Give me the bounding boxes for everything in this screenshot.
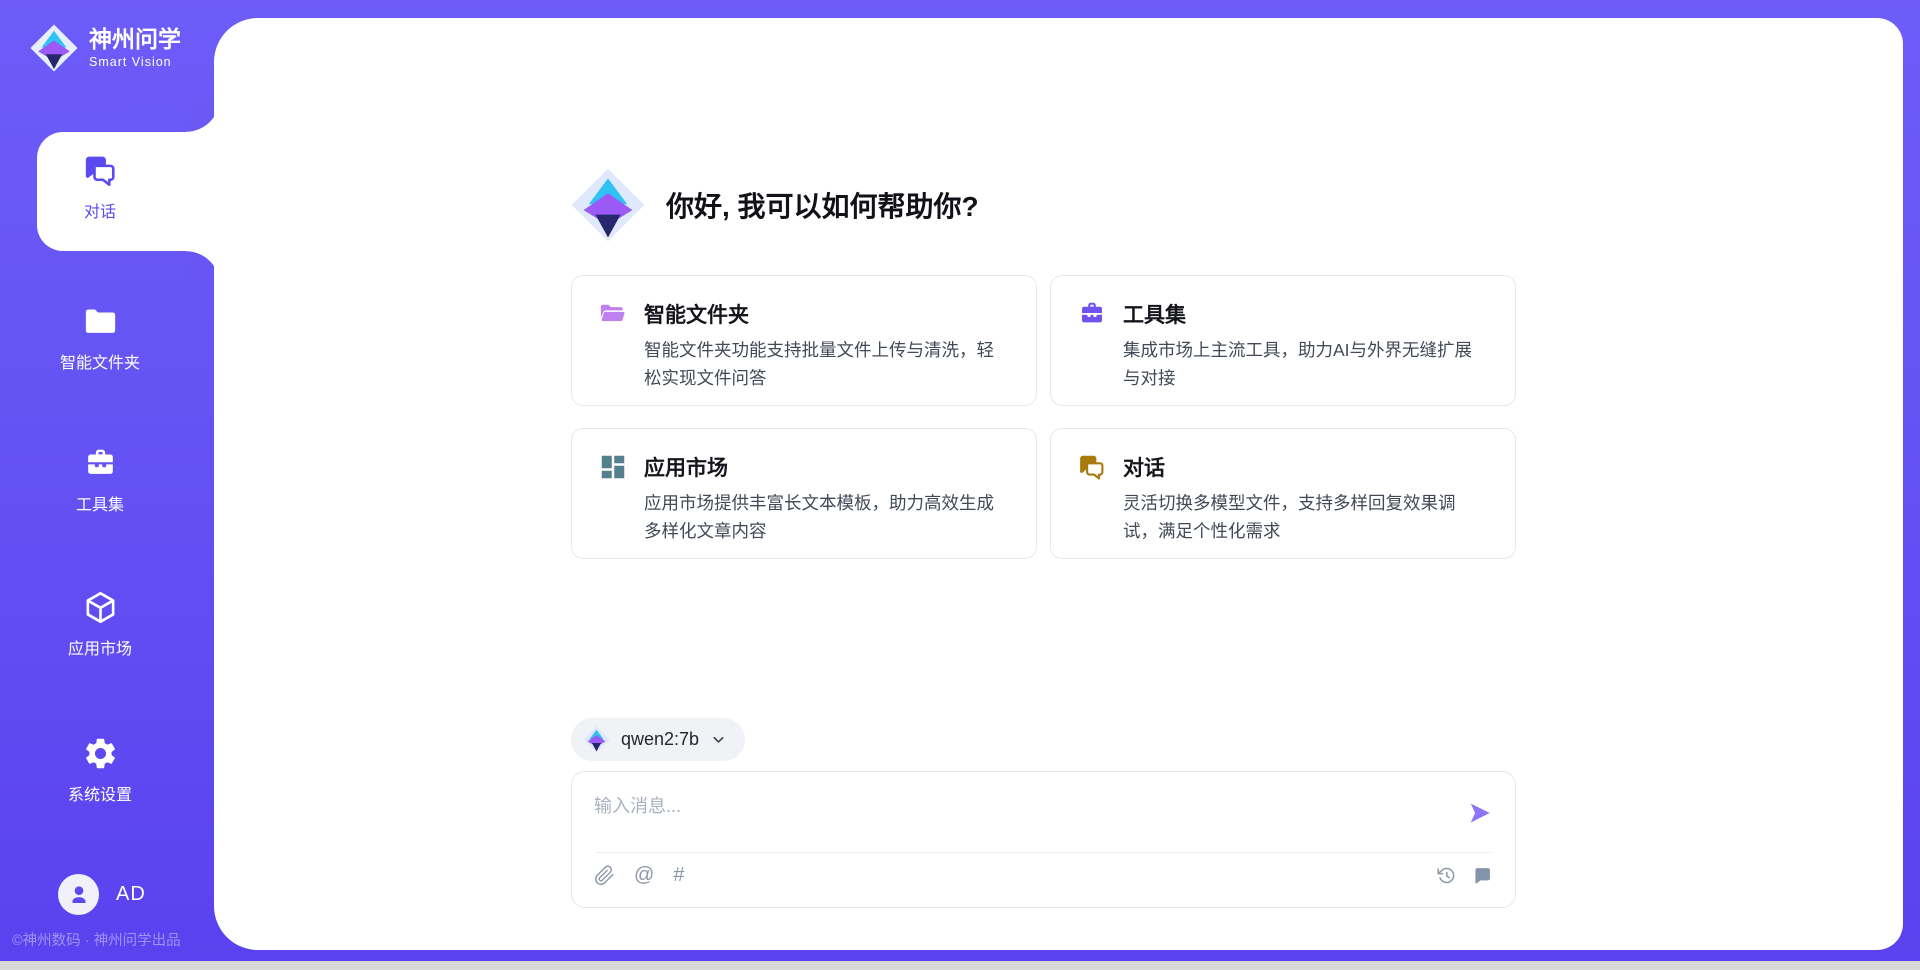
cube-icon [82, 589, 119, 626]
sidebar-item-toolset[interactable]: 工具集 [0, 445, 200, 515]
sidebar-item-label: 对话 [84, 198, 116, 222]
chat-icon [82, 152, 119, 189]
sidebar-item-app-market[interactable]: 应用市场 [0, 589, 200, 659]
card-toolset[interactable]: 工具集 集成市场上主流工具，助力AI与外界无缝扩展与对接 [1050, 275, 1516, 406]
logo-diamond-icon [30, 24, 78, 72]
card-title: 智能文件夹 [644, 299, 749, 329]
grid-icon [598, 452, 628, 482]
sidebar-item-label: 工具集 [76, 491, 124, 515]
folder-icon [82, 303, 119, 340]
logo-diamond-icon [571, 168, 645, 242]
card-title: 工具集 [1123, 299, 1186, 329]
model-name: qwen2:7b [621, 729, 699, 750]
card-chat[interactable]: 对话 灵活切换多模型文件，支持多样回复效果调试，满足个性化需求 [1050, 428, 1516, 559]
card-description: 集成市场上主流工具，助力AI与外界无缝扩展与对接 [1123, 336, 1489, 392]
briefcase-icon [82, 445, 119, 482]
model-selector[interactable]: qwen2:7b [571, 718, 745, 761]
logo-diamond-icon [583, 726, 610, 753]
feature-cards: 智能文件夹 智能文件夹功能支持批量文件上传与清洗，轻松实现文件问答 工具集 集成… [571, 275, 1516, 559]
sidebar-item-label: 系统设置 [68, 781, 132, 805]
sidebar-item-label: 智能文件夹 [60, 349, 140, 373]
sidebar: 神州问学 Smart Vision 对话 智能文件夹 工具集 [0, 0, 214, 961]
main-panel: 你好, 我可以如何帮助你? 智能文件夹 智能文件夹功能支持批量文件上传与清洗，轻… [214, 18, 1903, 950]
model-selector-row: qwen2:7b [571, 718, 1516, 761]
card-smart-folder[interactable]: 智能文件夹 智能文件夹功能支持批量文件上传与清洗，轻松实现文件问答 [571, 275, 1037, 406]
app-logo: 神州问学 Smart Vision [30, 24, 181, 72]
folder-open-icon [598, 299, 628, 329]
card-description: 智能文件夹功能支持批量文件上传与清洗，轻松实现文件问答 [644, 336, 1010, 392]
avatar [58, 874, 99, 915]
brand-name: 神州问学 [89, 27, 181, 52]
message-composer: @ # [571, 771, 1516, 908]
mention-icon[interactable]: @ [634, 865, 654, 885]
user-icon [66, 882, 92, 908]
card-title: 应用市场 [644, 452, 728, 482]
comment-icon[interactable] [1472, 865, 1493, 886]
user-name: AD [116, 883, 146, 906]
chevron-down-icon [710, 731, 727, 748]
message-input[interactable] [594, 786, 1455, 844]
card-description: 灵活切换多模型文件，支持多样回复效果调试，满足个性化需求 [1123, 489, 1489, 545]
send-icon[interactable] [1467, 800, 1493, 826]
copyright-footer: ©神州数码 · 神州问学出品 [12, 929, 207, 950]
main-content: 你好, 我可以如何帮助你? 智能文件夹 智能文件夹功能支持批量文件上传与清洗，轻… [571, 18, 1516, 908]
user-profile[interactable]: AD [58, 874, 146, 915]
hash-icon[interactable]: # [673, 865, 684, 885]
sidebar-item-settings[interactable]: 系统设置 [0, 735, 200, 805]
screen-bottom-strip [0, 961, 1920, 970]
card-title: 对话 [1123, 452, 1165, 482]
history-icon[interactable] [1436, 865, 1457, 886]
greeting-title: 你好, 我可以如何帮助你? [666, 185, 979, 225]
sidebar-item-label: 应用市场 [68, 635, 132, 659]
sidebar-item-chat[interactable]: 对话 [0, 152, 200, 222]
briefcase-icon [1077, 299, 1107, 329]
brand-subtitle: Smart Vision [89, 55, 181, 69]
sidebar-item-smart-folder[interactable]: 智能文件夹 [0, 303, 200, 373]
chat-icon [1077, 452, 1107, 482]
card-app-market[interactable]: 应用市场 应用市场提供丰富长文本模板，助力高效生成多样化文章内容 [571, 428, 1037, 559]
card-description: 应用市场提供丰富长文本模板，助力高效生成多样化文章内容 [644, 489, 1010, 545]
greeting-block: 你好, 我可以如何帮助你? [571, 168, 1516, 242]
attachment-icon[interactable] [594, 865, 615, 886]
gear-icon [82, 735, 119, 772]
